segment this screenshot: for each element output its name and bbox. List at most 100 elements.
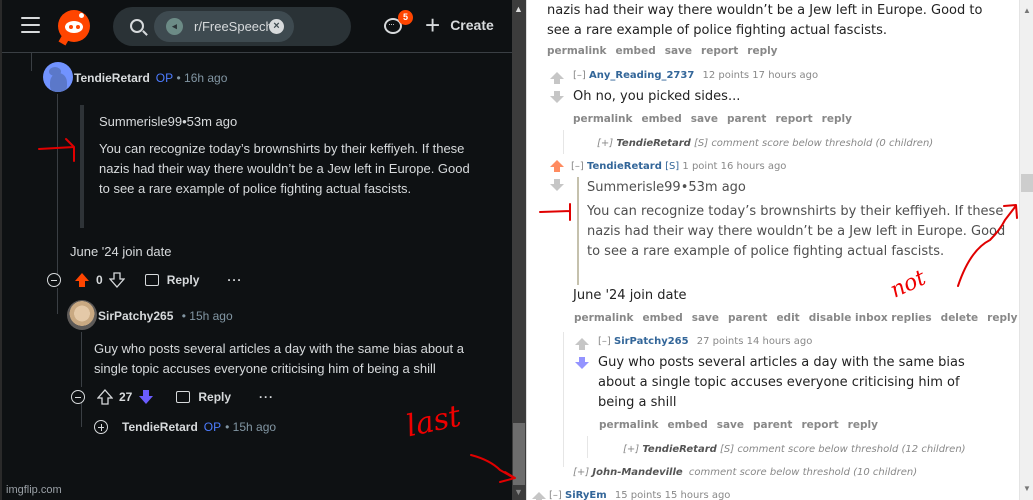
reply-link[interactable]: reply (848, 419, 878, 431)
search-icon (130, 19, 144, 33)
reddit-logo-icon[interactable] (58, 10, 90, 46)
collapse-toggle[interactable]: [–] (571, 161, 584, 172)
thread-line (81, 332, 82, 387)
report-link[interactable]: report (775, 113, 812, 125)
upvote-arrow-icon[interactable] (550, 160, 564, 172)
scroll-down-arrow-icon[interactable]: ▼ (514, 487, 523, 497)
username[interactable]: Any_Reading_2737 (589, 70, 694, 81)
username[interactable]: TendieRetard (74, 71, 150, 85)
collapse-button[interactable] (47, 273, 61, 287)
reply-link[interactable]: reply (747, 45, 777, 57)
scroll-up-arrow-icon[interactable]: ▲ (1023, 6, 1031, 15)
search-bar[interactable]: ◂ r/FreeSpeech × (113, 7, 351, 46)
downvote-arrow-icon[interactable] (575, 357, 589, 369)
report-link[interactable]: report (801, 419, 838, 431)
subreddit-filter-chip[interactable]: ◂ r/FreeSpeech × (154, 11, 294, 42)
reply-link[interactable]: reply (987, 312, 1017, 324)
collapsed-comment[interactable]: [+] TendieRetard [S] comment score below… (597, 138, 933, 149)
upvote-arrow-icon[interactable] (532, 492, 546, 500)
edit-link[interactable]: edit (776, 312, 799, 324)
username[interactable]: TendieRetard (616, 138, 690, 149)
comment-body-tail: nazis had their way there wouldn’t be a … (547, 3, 983, 38)
plus-icon: + (425, 10, 441, 40)
embed-link[interactable]: embed (616, 45, 656, 57)
scroll-up-arrow-icon[interactable]: ▲ (514, 4, 523, 14)
reply-label: Reply (198, 390, 232, 404)
upvote-arrow-icon[interactable] (575, 338, 589, 350)
comment-buttons: permalink embed save report reply (547, 45, 778, 57)
reply-icon (176, 391, 191, 403)
upvote-icon[interactable] (74, 272, 90, 288)
comment-body: Guy who posts several articles a day wit… (598, 355, 965, 410)
permalink-link[interactable]: permalink (574, 312, 634, 324)
quote-header: Summerisle99•53m ago (587, 180, 746, 195)
collapsed-comment[interactable]: [+] John-Mandeville comment score below … (573, 467, 917, 478)
clear-subreddit-icon[interactable]: × (269, 19, 284, 34)
save-link[interactable]: save (717, 419, 744, 431)
embed-link[interactable]: embed (642, 113, 682, 125)
comment-body: June '24 join date (573, 288, 687, 303)
disable-inbox-replies-link[interactable]: disable inbox replies (809, 312, 932, 324)
menu-icon[interactable] (21, 17, 40, 33)
permalink-link[interactable]: permalink (599, 419, 659, 431)
reply-link[interactable]: reply (822, 113, 852, 125)
embed-link[interactable]: embed (643, 312, 683, 324)
parent-link[interactable]: parent (728, 312, 767, 324)
reply-button[interactable]: Reply (176, 390, 231, 404)
collapse-button[interactable] (71, 390, 85, 404)
vote-score: 27 (119, 390, 133, 404)
downvote-icon[interactable] (138, 389, 154, 405)
scroll-down-arrow-icon[interactable]: ▼ (1023, 484, 1031, 493)
scrollbar-thumb[interactable] (513, 423, 525, 485)
thread-line (31, 53, 32, 71)
comment-body: Guy who posts several articles a day wit… (94, 341, 464, 376)
parent-link[interactable]: parent (753, 419, 792, 431)
collapse-toggle[interactable]: [–] (598, 336, 611, 347)
username[interactable]: John-Mandeville (592, 467, 682, 478)
delete-link[interactable]: delete (941, 312, 979, 324)
reply-icon (144, 274, 159, 286)
save-link[interactable]: save (691, 113, 718, 125)
downvote-arrow-icon[interactable] (550, 179, 564, 191)
thread-line (81, 402, 82, 427)
more-options-button[interactable]: ··· (227, 273, 242, 287)
avatar[interactable] (67, 300, 97, 330)
expand-toggle[interactable]: [+] (623, 444, 639, 455)
username[interactable]: SirPatchy265 (98, 309, 173, 323)
collapse-toggle[interactable]: [–] (549, 490, 562, 500)
username[interactable]: TendieRetard (587, 161, 662, 172)
comment-header: TendieRetard OP • 16h ago (74, 71, 227, 85)
collapsed-comment[interactable]: TendieRetard OP • 15h ago (94, 420, 276, 434)
upvote-icon[interactable] (97, 389, 113, 405)
notification-badge: 5 (398, 10, 413, 25)
scrollbar-thumb[interactable] (1021, 174, 1033, 192)
downvote-arrow-icon[interactable] (550, 91, 564, 103)
save-link[interactable]: save (692, 312, 719, 324)
username[interactable]: TendieRetard (642, 444, 716, 455)
save-link[interactable]: save (665, 45, 692, 57)
downvote-icon[interactable] (108, 272, 125, 288)
username[interactable]: TendieRetard (122, 420, 198, 434)
right-scrollbar[interactable]: ▲ ▼ (1019, 0, 1033, 500)
report-link[interactable]: report (701, 45, 738, 57)
reply-label: Reply (166, 273, 200, 287)
expand-toggle[interactable]: [+] (573, 467, 589, 478)
collapse-toggle[interactable]: [–] (573, 70, 586, 81)
avatar[interactable] (43, 62, 73, 92)
expand-toggle[interactable]: [+] (597, 138, 613, 149)
username[interactable]: SirPatchy265 (614, 336, 689, 347)
create-button[interactable]: + Create (425, 10, 494, 40)
timestamp: • 15h ago (225, 420, 277, 434)
upvote-arrow-icon[interactable] (550, 72, 564, 84)
permalink-link[interactable]: permalink (573, 113, 633, 125)
permalink-link[interactable]: permalink (547, 45, 607, 57)
parent-link[interactable]: parent (727, 113, 766, 125)
comment-header: SirPatchy265 • 15h ago (98, 309, 233, 323)
more-options-button[interactable]: ··· (259, 390, 274, 404)
left-scrollbar[interactable]: ▲ ▼ (512, 0, 526, 500)
reply-button[interactable]: Reply (144, 273, 200, 287)
username[interactable]: SiRyEm (565, 490, 607, 500)
expand-button[interactable] (94, 420, 108, 434)
collapsed-comment[interactable]: [+] TendieRetard [S] comment score below… (623, 444, 966, 455)
embed-link[interactable]: embed (668, 419, 708, 431)
